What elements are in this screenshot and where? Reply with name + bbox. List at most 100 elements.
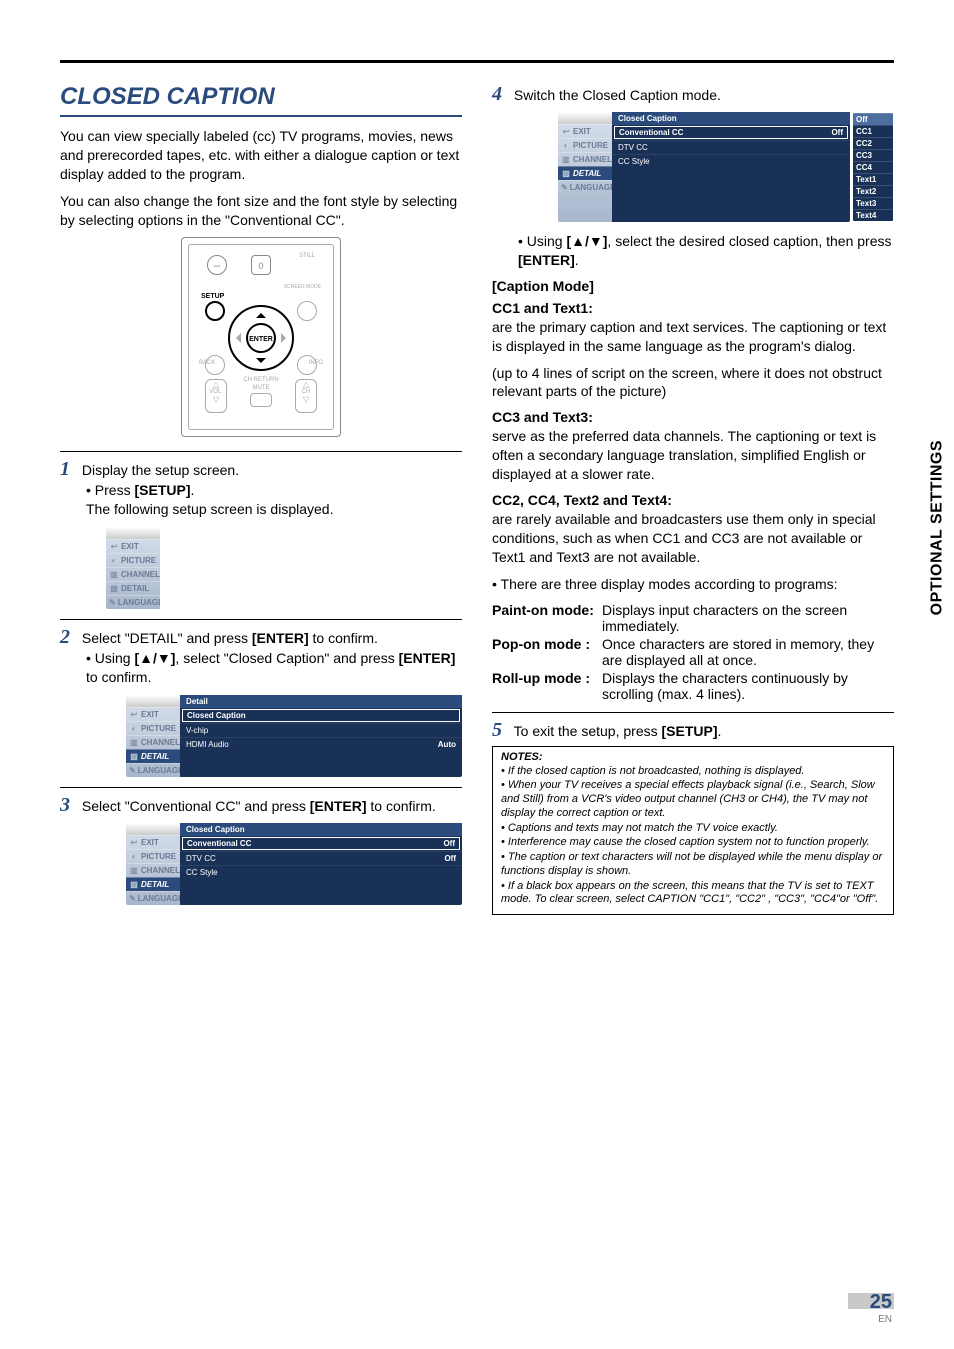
- step-number: 5: [492, 719, 510, 742]
- remote-info-button: [297, 355, 317, 375]
- menu-sidebar: ↩EXIT ◐PICTURE ▥CHANNEL ▧DETAIL ✎LANGUAG…: [126, 695, 180, 777]
- top-rule: [60, 60, 894, 63]
- intro-paragraph-2: You can also change the font size and th…: [60, 192, 462, 230]
- step-number: 4: [492, 83, 510, 106]
- remote-diagram: – 0 STILL SETUP SCREEN MODE ENTER BACK: [181, 237, 341, 437]
- step-3-text: Select "Conventional CC" and press [ENTE…: [82, 798, 436, 814]
- step-number: 1: [60, 458, 78, 481]
- menu-sidebar: ↩EXIT ◐PICTURE ▥CHANNEL ▧DETAIL ✎LANGUAG…: [126, 823, 180, 905]
- dropdown-item: Text2: [853, 185, 893, 197]
- dropdown-item: Text3: [853, 197, 893, 209]
- dropdown-item: Text1: [853, 173, 893, 185]
- left-column: CLOSED CAPTION You can view specially la…: [60, 83, 462, 915]
- step-2-bullet: Using [▲/▼], select "Closed Caption" and…: [86, 649, 462, 687]
- menu-body: Detail Closed CaptionV-chipHDMI AudioAut…: [180, 695, 462, 777]
- dropdown-item: CC3: [853, 149, 893, 161]
- page-lang: EN: [848, 1314, 894, 1325]
- remote-mode-label: SCREEN MODE: [284, 285, 321, 290]
- notes-box: NOTES: • If the closed caption is not br…: [492, 746, 894, 916]
- menu-sidebar: ↩EXIT ◐PICTURE ▥CHANNEL ▧DETAIL ✎LANGUAG…: [106, 527, 160, 609]
- page-number: 25: [848, 1291, 894, 1314]
- note-item: • Interference may cause the closed capt…: [501, 836, 885, 850]
- cc-dropdown-screenshot: ↩EXIT ◐PICTURE ▥CHANNEL ▧DETAIL ✎LANGUAG…: [558, 112, 894, 222]
- menu-row: Closed Caption: [182, 709, 460, 722]
- remote-zero-button: 0: [251, 255, 271, 275]
- step-2-sub: Using [▲/▼], select "Closed Caption" and…: [60, 649, 462, 777]
- note-item: • When your TV receives a special effect…: [501, 779, 885, 820]
- cc1-paragraph-1: are the primary caption and text service…: [492, 318, 894, 356]
- mode-row: Paint-on mode:Displays input characters …: [492, 602, 894, 634]
- menu-body: Closed Caption Conventional CCOffDTV CCC…: [612, 112, 850, 222]
- mode-row: Roll-up mode :Displays the characters co…: [492, 670, 894, 702]
- dropdown-item: CC1: [853, 125, 893, 137]
- setup-menu-screenshot: ↩EXIT ◐PICTURE ▥CHANNEL ▧DETAIL ✎LANGUAG…: [106, 527, 462, 609]
- dpad-left-icon: [231, 333, 241, 343]
- note-item: • If the closed caption is not broadcast…: [501, 765, 885, 779]
- intro-paragraph-1: You can view specially labeled (cc) TV p…: [60, 127, 462, 184]
- menu-row: CC Style: [180, 865, 462, 879]
- cc2-paragraph: are rarely available and broadcasters us…: [492, 510, 894, 567]
- remote-still-label: STILL: [299, 253, 315, 259]
- step-1-text: Display the setup screen.: [82, 462, 239, 478]
- step-4-bullet: Using [▲/▼], select the desired closed c…: [518, 232, 894, 270]
- step-4: 4 Switch the Closed Caption mode.: [492, 83, 894, 106]
- modes-intro: There are three display modes according …: [492, 575, 894, 594]
- menu-row: DTV CCOff: [180, 851, 462, 865]
- step-number: 3: [60, 794, 78, 817]
- dropdown-item: Off: [853, 113, 893, 125]
- note-item: • Captions and texts may not match the T…: [501, 822, 885, 836]
- menu-title: Closed Caption: [180, 823, 462, 836]
- remote-dpad: ENTER: [228, 305, 294, 371]
- menu-sidebar: ↩EXIT ◐PICTURE ▥CHANNEL ▧DETAIL ✎LANGUAG…: [558, 112, 612, 222]
- menu-title: Detail: [180, 695, 462, 708]
- step-1-sub: Press [SETUP]. The following setup scree…: [60, 481, 462, 609]
- cc2-heading: CC2, CC4, Text2 and Text4:: [492, 492, 894, 508]
- cc-menu-screenshot: ↩EXIT ◐PICTURE ▥CHANNEL ▧DETAIL ✎LANGUAG…: [126, 823, 462, 905]
- cc3-paragraph: serve as the preferred data channels. Th…: [492, 427, 894, 484]
- menu-row: HDMI AudioAuto: [180, 737, 462, 751]
- remote-mute-label: MUTE: [253, 385, 270, 391]
- note-item: • If a black box appears on the screen, …: [501, 880, 885, 908]
- remote-back-button: [205, 355, 225, 375]
- step-4-text: Switch the Closed Caption mode.: [514, 87, 721, 103]
- menu-body: Closed Caption Conventional CCOffDTV CCO…: [180, 823, 462, 905]
- remote-vol-rocker: VOL.: [205, 379, 227, 413]
- caption-mode-heading: [Caption Mode]: [492, 278, 894, 294]
- remote-enter-button: ENTER: [246, 323, 276, 353]
- cc3-heading: CC3 and Text3:: [492, 409, 894, 425]
- dpad-down-icon: [256, 358, 266, 368]
- notes-heading: NOTES:: [501, 751, 885, 763]
- dpad-up-icon: [256, 308, 266, 318]
- detail-menu-screenshot: ↩EXIT ◐PICTURE ▥CHANNEL ▧DETAIL ✎LANGUAG…: [126, 695, 462, 777]
- step-5: 5 To exit the setup, press [SETUP].: [492, 719, 894, 742]
- step-1: 1 Display the setup screen.: [60, 458, 462, 481]
- step-divider: [492, 712, 894, 713]
- step-4-sub: ↩EXIT ◐PICTURE ▥CHANNEL ▧DETAIL ✎LANGUAG…: [492, 112, 894, 270]
- cc1-paragraph-2: (up to 4 lines of script on the screen, …: [492, 364, 894, 402]
- menu-row: V-chip: [180, 723, 462, 737]
- remote-dash-button: –: [207, 255, 227, 275]
- step-divider: [60, 787, 462, 788]
- step-2: 2 Select "DETAIL" and press [ENTER] to c…: [60, 626, 462, 649]
- step-5-text: To exit the setup, press [SETUP].: [514, 723, 722, 739]
- step-3: 3 Select "Conventional CC" and press [EN…: [60, 794, 462, 817]
- section-title: CLOSED CAPTION: [60, 83, 462, 117]
- step-3-sub: ↩EXIT ◐PICTURE ▥CHANNEL ▧DETAIL ✎LANGUAG…: [60, 823, 462, 905]
- step-divider: [60, 619, 462, 620]
- two-column-layout: CLOSED CAPTION You can view specially la…: [60, 83, 894, 915]
- menu-title: Closed Caption: [612, 112, 850, 125]
- step-divider: [60, 451, 462, 452]
- cc1-heading: CC1 and Text1:: [492, 300, 894, 316]
- dropdown-item: CC4: [853, 161, 893, 173]
- note-item: • The caption or text characters will no…: [501, 851, 885, 879]
- right-column: 4 Switch the Closed Caption mode. ↩EXIT …: [492, 83, 894, 915]
- menu-row: Conventional CCOff: [614, 126, 848, 139]
- remote-mode-button: [297, 301, 317, 321]
- section-tab: OPTIONAL SETTINGS: [928, 440, 946, 615]
- menu-row: Conventional CCOff: [182, 837, 460, 850]
- step-1-bullet: Press [SETUP]. The following setup scree…: [86, 481, 462, 519]
- page: CLOSED CAPTION You can view specially la…: [60, 60, 894, 1289]
- mode-row: Pop-on mode :Once characters are stored …: [492, 636, 894, 668]
- dpad-right-icon: [281, 333, 291, 343]
- remote-setup-button: [205, 301, 225, 321]
